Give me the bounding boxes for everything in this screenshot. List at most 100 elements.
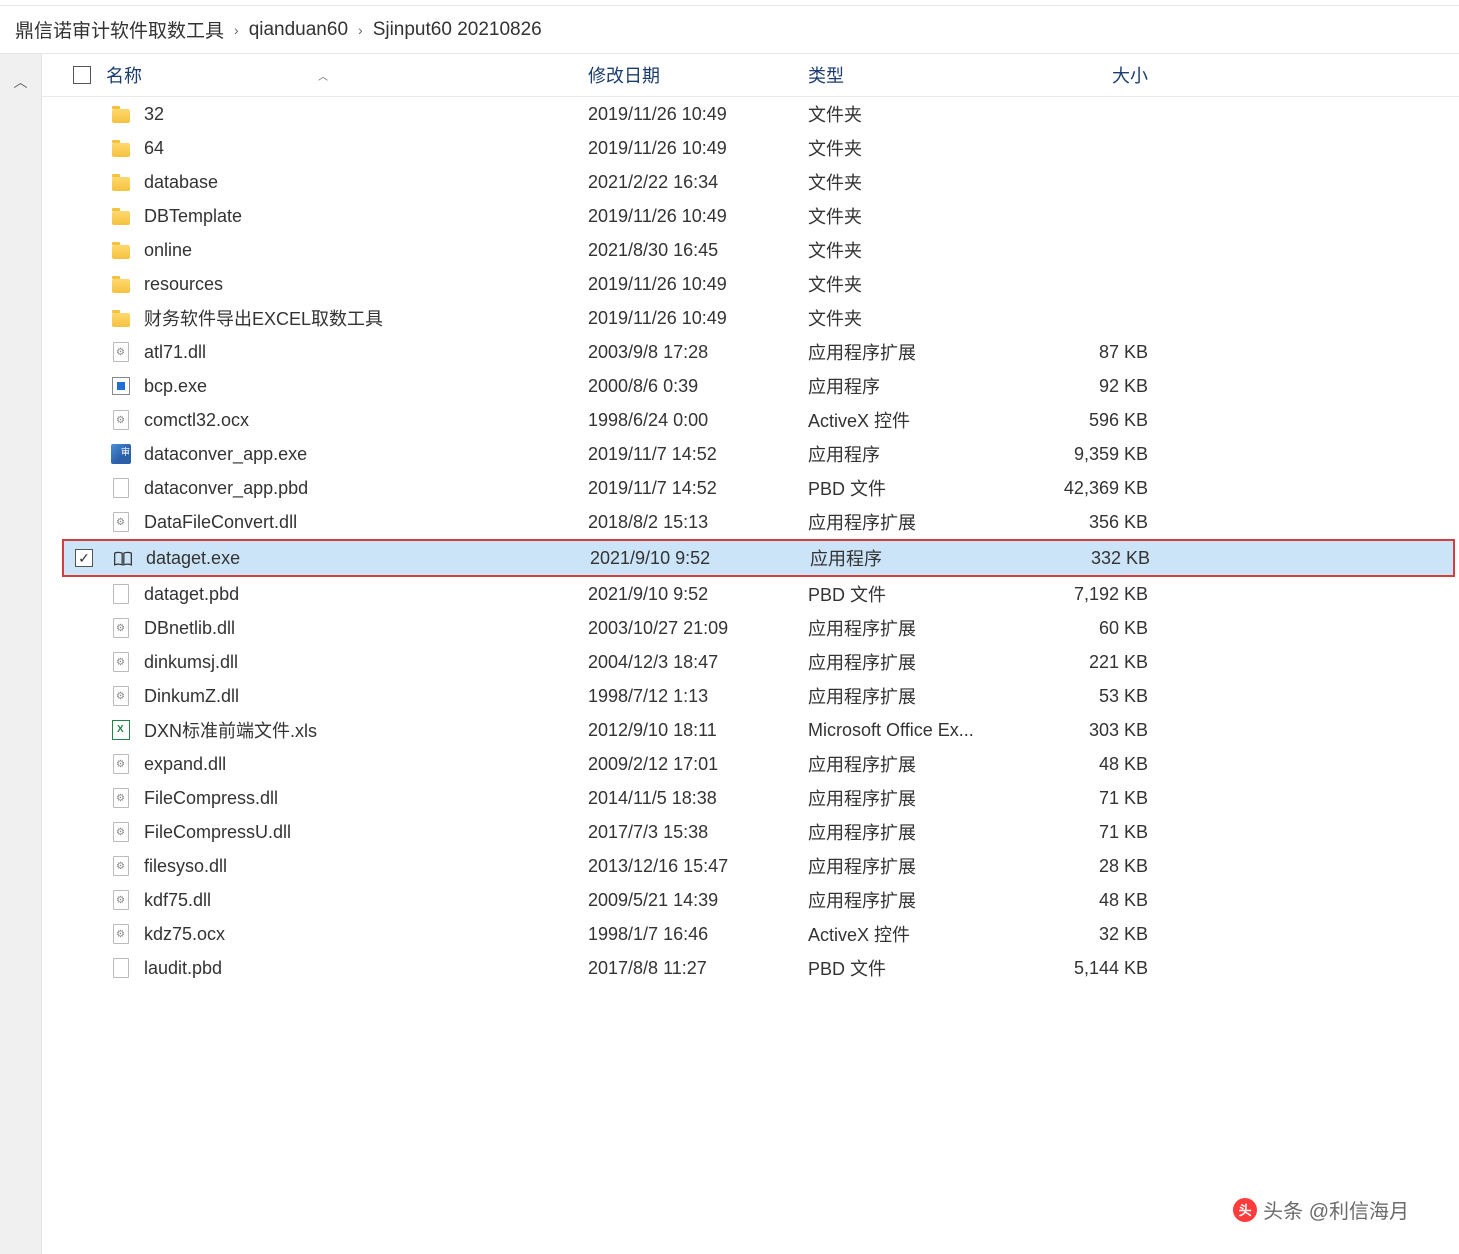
dll-icon — [113, 512, 129, 532]
file-name[interactable]: kdz75.ocx — [144, 924, 588, 945]
file-name[interactable]: dataconver_app.pbd — [144, 478, 588, 499]
file-date: 2017/7/3 15:38 — [588, 822, 808, 843]
file-size: 42,369 KB — [1018, 478, 1168, 499]
file-name[interactable]: expand.dll — [144, 754, 588, 775]
app-icon — [111, 444, 131, 464]
dll-icon — [113, 924, 129, 944]
breadcrumb-item-1[interactable]: 鼎信诺审计软件取数工具 — [15, 16, 224, 43]
file-type: 应用程序扩展 — [808, 649, 1018, 675]
file-size: 48 KB — [1018, 754, 1168, 775]
file-row[interactable]: laudit.pbd 2017/8/8 11:27 PBD 文件 5,144 K… — [42, 951, 1459, 985]
file-date: 2000/8/6 0:39 — [588, 376, 808, 397]
file-row[interactable]: atl71.dll 2003/9/8 17:28 应用程序扩展 87 KB — [42, 335, 1459, 369]
file-type: 应用程序扩展 — [808, 339, 1018, 365]
file-name[interactable]: atl71.dll — [144, 342, 588, 363]
file-row[interactable]: DBnetlib.dll 2003/10/27 21:09 应用程序扩展 60 … — [42, 611, 1459, 645]
file-name[interactable]: resources — [144, 274, 588, 295]
file-type: 文件夹 — [808, 271, 1018, 297]
exe-icon — [112, 377, 130, 395]
file-date: 2003/9/8 17:28 — [588, 342, 808, 363]
file-row[interactable]: DXN标准前端文件.xls 2012/9/10 18:11 Microsoft … — [42, 713, 1459, 747]
nav-strip[interactable]: ︿ — [0, 54, 42, 1254]
breadcrumb-item-3[interactable]: Sjinput60 20210826 — [373, 19, 542, 41]
file-name[interactable]: 财务软件导出EXCEL取数工具 — [144, 305, 588, 331]
file-row[interactable]: bcp.exe 2000/8/6 0:39 应用程序 92 KB — [42, 369, 1459, 403]
file-type: 应用程序 — [810, 545, 1020, 571]
file-row[interactable]: kdf75.dll 2009/5/21 14:39 应用程序扩展 48 KB — [42, 883, 1459, 917]
file-name[interactable]: DBnetlib.dll — [144, 618, 588, 639]
file-icon — [113, 478, 129, 498]
file-date: 2018/8/2 15:13 — [588, 512, 808, 533]
file-row[interactable]: dinkumsj.dll 2004/12/3 18:47 应用程序扩展 221 … — [42, 645, 1459, 679]
file-date: 2012/9/10 18:11 — [588, 720, 808, 741]
file-date: 1998/1/7 16:46 — [588, 924, 808, 945]
file-name[interactable]: database — [144, 172, 588, 193]
file-type: 文件夹 — [808, 101, 1018, 127]
breadcrumb-item-2[interactable]: qianduan60 — [249, 19, 348, 41]
file-name[interactable]: DBTemplate — [144, 206, 588, 227]
file-row[interactable]: 64 2019/11/26 10:49 文件夹 — [42, 131, 1459, 165]
dll-icon — [113, 686, 129, 706]
file-row[interactable]: 32 2019/11/26 10:49 文件夹 — [42, 97, 1459, 131]
file-list: 32 2019/11/26 10:49 文件夹 64 2019/11/26 10… — [42, 97, 1459, 985]
file-size: 303 KB — [1018, 720, 1168, 741]
file-row[interactable]: dataconver_app.pbd 2019/11/7 14:52 PBD 文… — [42, 471, 1459, 505]
file-name[interactable]: dataget.exe — [146, 548, 590, 569]
dll-icon — [113, 788, 129, 808]
file-date: 2017/8/8 11:27 — [588, 958, 808, 979]
file-name[interactable]: DinkumZ.dll — [144, 686, 588, 707]
file-row[interactable]: DinkumZ.dll 1998/7/12 1:13 应用程序扩展 53 KB — [42, 679, 1459, 713]
file-size: 53 KB — [1018, 686, 1168, 707]
file-row[interactable]: DataFileConvert.dll 2018/8/2 15:13 应用程序扩… — [42, 505, 1459, 539]
file-type: PBD 文件 — [808, 581, 1018, 607]
book-icon — [113, 550, 133, 566]
file-name[interactable]: laudit.pbd — [144, 958, 588, 979]
file-date: 2013/12/16 15:47 — [588, 856, 808, 877]
file-name[interactable]: filesyso.dll — [144, 856, 588, 877]
file-name[interactable]: dataget.pbd — [144, 584, 588, 605]
file-type: 应用程序 — [808, 373, 1018, 399]
file-name[interactable]: FileCompressU.dll — [144, 822, 588, 843]
file-date: 1998/6/24 0:00 — [588, 410, 808, 431]
file-row[interactable]: filesyso.dll 2013/12/16 15:47 应用程序扩展 28 … — [42, 849, 1459, 883]
file-row[interactable]: dataget.exe 2021/9/10 9:52 应用程序 332 KB — [64, 541, 1453, 575]
column-header-date[interactable]: 修改日期 — [588, 62, 808, 88]
file-row[interactable]: expand.dll 2009/2/12 17:01 应用程序扩展 48 KB — [42, 747, 1459, 781]
column-header-size[interactable]: 大小 — [1018, 62, 1168, 88]
select-all-checkbox[interactable] — [73, 66, 91, 84]
row-checkbox[interactable] — [75, 549, 93, 567]
file-name[interactable]: 64 — [144, 138, 588, 159]
file-name[interactable]: dataconver_app.exe — [144, 444, 588, 465]
breadcrumb[interactable]: 鼎信诺审计软件取数工具 › qianduan60 › Sjinput60 202… — [0, 6, 1459, 54]
file-row[interactable]: FileCompressU.dll 2017/7/3 15:38 应用程序扩展 … — [42, 815, 1459, 849]
column-header-type[interactable]: 类型 — [808, 62, 1018, 88]
file-name[interactable]: DXN标准前端文件.xls — [144, 717, 588, 743]
file-name[interactable]: DataFileConvert.dll — [144, 512, 588, 533]
file-name[interactable]: FileCompress.dll — [144, 788, 588, 809]
file-row[interactable]: DBTemplate 2019/11/26 10:49 文件夹 — [42, 199, 1459, 233]
file-name[interactable]: comctl32.ocx — [144, 410, 588, 431]
file-row[interactable]: resources 2019/11/26 10:49 文件夹 — [42, 267, 1459, 301]
column-header-name[interactable]: 名称 ︿ — [102, 62, 588, 88]
chevron-up-icon[interactable]: ︿ — [14, 72, 28, 1254]
dll-icon — [113, 822, 129, 842]
file-size: 596 KB — [1018, 410, 1168, 431]
file-row[interactable]: 财务软件导出EXCEL取数工具 2019/11/26 10:49 文件夹 — [42, 301, 1459, 335]
file-type: 文件夹 — [808, 305, 1018, 331]
file-date: 2009/2/12 17:01 — [588, 754, 808, 775]
folder-icon — [112, 109, 130, 123]
file-row[interactable]: FileCompress.dll 2014/11/5 18:38 应用程序扩展 … — [42, 781, 1459, 815]
chevron-right-icon: › — [358, 22, 363, 38]
file-name[interactable]: kdf75.dll — [144, 890, 588, 911]
file-row[interactable]: dataconver_app.exe 2019/11/7 14:52 应用程序 … — [42, 437, 1459, 471]
file-row[interactable]: dataget.pbd 2021/9/10 9:52 PBD 文件 7,192 … — [42, 577, 1459, 611]
file-name[interactable]: 32 — [144, 104, 588, 125]
file-row[interactable]: online 2021/8/30 16:45 文件夹 — [42, 233, 1459, 267]
file-name[interactable]: dinkumsj.dll — [144, 652, 588, 673]
file-row[interactable]: comctl32.ocx 1998/6/24 0:00 ActiveX 控件 5… — [42, 403, 1459, 437]
file-row[interactable]: kdz75.ocx 1998/1/7 16:46 ActiveX 控件 32 K… — [42, 917, 1459, 951]
file-name[interactable]: bcp.exe — [144, 376, 588, 397]
file-name[interactable]: online — [144, 240, 588, 261]
file-row[interactable]: database 2021/2/22 16:34 文件夹 — [42, 165, 1459, 199]
file-type: 应用程序扩展 — [808, 785, 1018, 811]
